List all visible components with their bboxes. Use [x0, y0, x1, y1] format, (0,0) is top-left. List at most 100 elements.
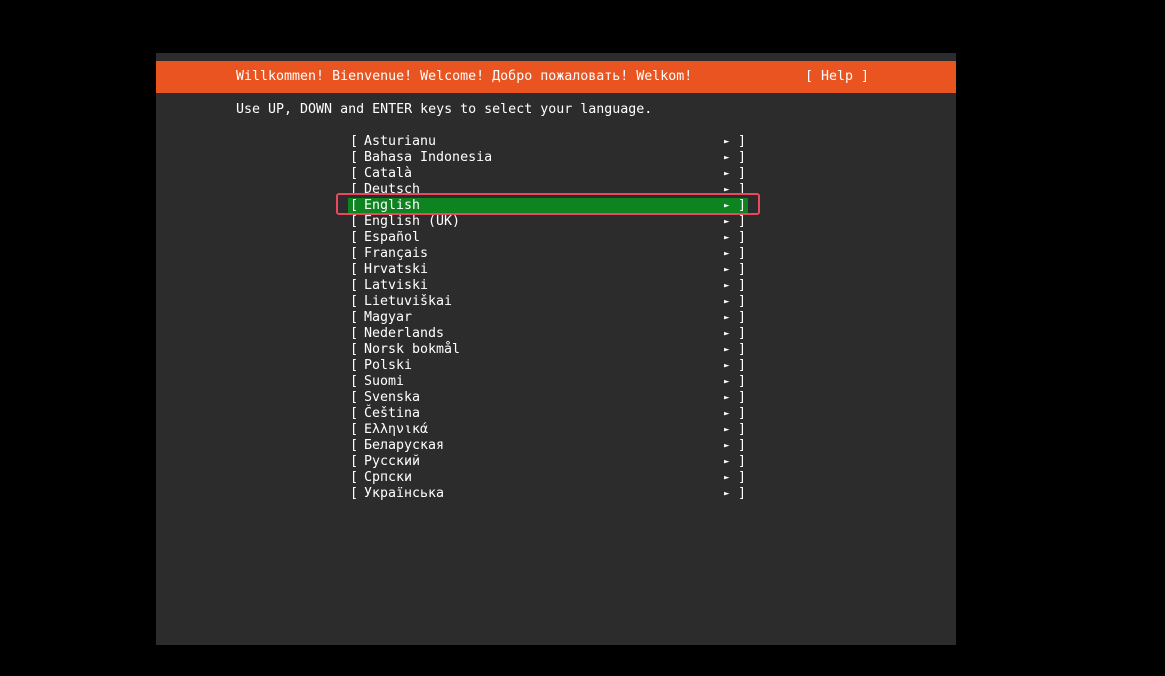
language-label: Српски: [364, 470, 413, 485]
arrow-right-icon: ►: [724, 329, 730, 339]
language-label: Asturianu: [364, 134, 437, 149]
arrow-right-icon: ►: [724, 297, 730, 307]
arrow-right-icon: ►: [724, 441, 730, 451]
language-item-[interactable]: [Беларуская ►]: [348, 438, 748, 454]
bracket-close: ]: [738, 230, 747, 245]
arrow-right-icon: ►: [724, 409, 730, 419]
language-item-latviski[interactable]: [ Latviski ►]: [348, 278, 748, 294]
bracket-open: [: [350, 310, 359, 325]
language-item-asturianu[interactable]: [Asturianu ►]: [348, 134, 748, 150]
bracket-close: ]: [738, 150, 747, 165]
arrow-right-icon: ►: [724, 249, 730, 259]
help-button[interactable]: [ Help ]: [805, 69, 869, 85]
language-item-nederlands[interactable]: [Nederlands ►]: [348, 326, 748, 342]
language-item-lietuvi-kai[interactable]: [ Lietuviškai ►]: [348, 294, 748, 310]
language-list: [ Asturianu ►] [ Bahasa Indonesia ►] [ Català ►]…: [348, 134, 748, 502]
language-label: English: [364, 198, 421, 213]
bracket-open: [: [350, 150, 359, 165]
language-item-svenska[interactable]: [Svenska ►]: [348, 390, 748, 406]
arrow-right-icon: ►: [724, 377, 730, 387]
bracket-close: ]: [738, 214, 747, 229]
bracket-close: ]: [738, 278, 747, 293]
language-item-hrvatski[interactable]: [Hrvatski ►]: [348, 262, 748, 278]
language-item-suomi[interactable]: [ Suomi ►]: [348, 374, 748, 390]
bracket-close: ]: [738, 422, 747, 437]
language-item-english[interactable]: [ English ►]: [348, 198, 748, 214]
language-item-[interactable]: [Ελληνικά ►]: [348, 422, 748, 438]
bracket-close: ]: [738, 374, 747, 389]
bracket-open: [: [350, 326, 359, 341]
bracket-close: ]: [738, 166, 747, 181]
bracket-open: [: [350, 278, 359, 293]
language-label: Español: [364, 230, 421, 245]
language-item-english-uk[interactable]: [English (UK) ►]: [348, 214, 748, 230]
installer-screen: Willkommen! Bienvenue! Welcome! Добро по…: [156, 53, 956, 645]
arrow-right-icon: ►: [724, 281, 730, 291]
arrow-right-icon: ►: [724, 361, 730, 371]
language-item-fran-ais[interactable]: [Français ►]: [348, 246, 748, 262]
bracket-close: ]: [738, 454, 747, 469]
bracket-open: [: [350, 486, 359, 501]
instruction-text: Use UP, DOWN and ENTER keys to select yo…: [236, 102, 653, 117]
bracket-close: ]: [738, 294, 747, 309]
bracket-open: [: [350, 166, 359, 181]
bracket-open: [: [350, 358, 359, 373]
bracket-open: [: [350, 214, 359, 229]
bracket-close: ]: [738, 486, 747, 501]
bracket-open: [: [350, 182, 359, 197]
language-label: Suomi: [364, 374, 405, 389]
language-label: Lietuviškai: [364, 294, 453, 309]
language-label: Magyar: [364, 310, 413, 325]
bracket-close: ]: [738, 310, 747, 325]
bracket-open: [: [350, 294, 359, 309]
language-label: Bahasa Indonesia: [364, 150, 493, 165]
language-item-magyar[interactable]: [Magyar ►]: [348, 310, 748, 326]
bracket-close: ]: [738, 390, 747, 405]
language-item-norsk-bokm-l[interactable]: [Norsk bokmål ►]: [348, 342, 748, 358]
language-item-polski[interactable]: [ Polski ►]: [348, 358, 748, 374]
language-item-bahasa-indonesia[interactable]: [ Bahasa Indonesia ►]: [348, 150, 748, 166]
arrow-right-icon: ►: [724, 153, 730, 163]
bracket-open: [: [350, 374, 359, 389]
arrow-right-icon: ►: [724, 265, 730, 275]
language-label: Català: [364, 166, 413, 181]
bracket-open: [: [350, 454, 359, 469]
arrow-right-icon: ►: [724, 217, 730, 227]
bracket-open: [: [350, 406, 359, 421]
arrow-right-icon: ►: [724, 489, 730, 499]
language-label: Polski: [364, 358, 413, 373]
arrow-right-icon: ►: [724, 169, 730, 179]
arrow-right-icon: ►: [724, 345, 730, 355]
language-label: Svenska: [364, 390, 421, 405]
language-label: Latviski: [364, 278, 429, 293]
bracket-close: ]: [738, 198, 747, 213]
bracket-open: [: [350, 262, 359, 277]
language-item-deutsch[interactable]: [Deutsch ►]: [348, 182, 748, 198]
bracket-open: [: [350, 198, 359, 213]
arrow-right-icon: ►: [724, 137, 730, 147]
bracket-open: [: [350, 246, 359, 261]
language-label: Norsk bokmål: [364, 342, 461, 357]
bracket-close: ]: [738, 326, 747, 341]
bracket-open: [: [350, 422, 359, 437]
arrow-right-icon: ►: [724, 185, 730, 195]
arrow-right-icon: ►: [724, 201, 730, 211]
language-item-[interactable]: [Русский ►]: [348, 454, 748, 470]
bracket-close: ]: [738, 358, 747, 373]
language-item-espa-ol[interactable]: [Español ►]: [348, 230, 748, 246]
language-item-[interactable]: [Српски ►]: [348, 470, 748, 486]
language-label: Беларуская: [364, 438, 445, 453]
bracket-close: ]: [738, 406, 747, 421]
bracket-close: ]: [738, 470, 747, 485]
language-label: Deutsch: [364, 182, 421, 197]
language-item-e-tina[interactable]: [Čeština ►]: [348, 406, 748, 422]
bracket-open: [: [350, 438, 359, 453]
welcome-title: Willkommen! Bienvenue! Welcome! Добро по…: [236, 69, 693, 84]
language-item-[interactable]: [Українська ►]: [348, 486, 748, 502]
language-item-catal[interactable]: [ Català ►]: [348, 166, 748, 182]
bracket-open: [: [350, 470, 359, 485]
language-label: Ελληνικά: [364, 422, 429, 437]
bracket-close: ]: [738, 134, 747, 149]
language-label: Français: [364, 246, 429, 261]
arrow-right-icon: ►: [724, 457, 730, 467]
